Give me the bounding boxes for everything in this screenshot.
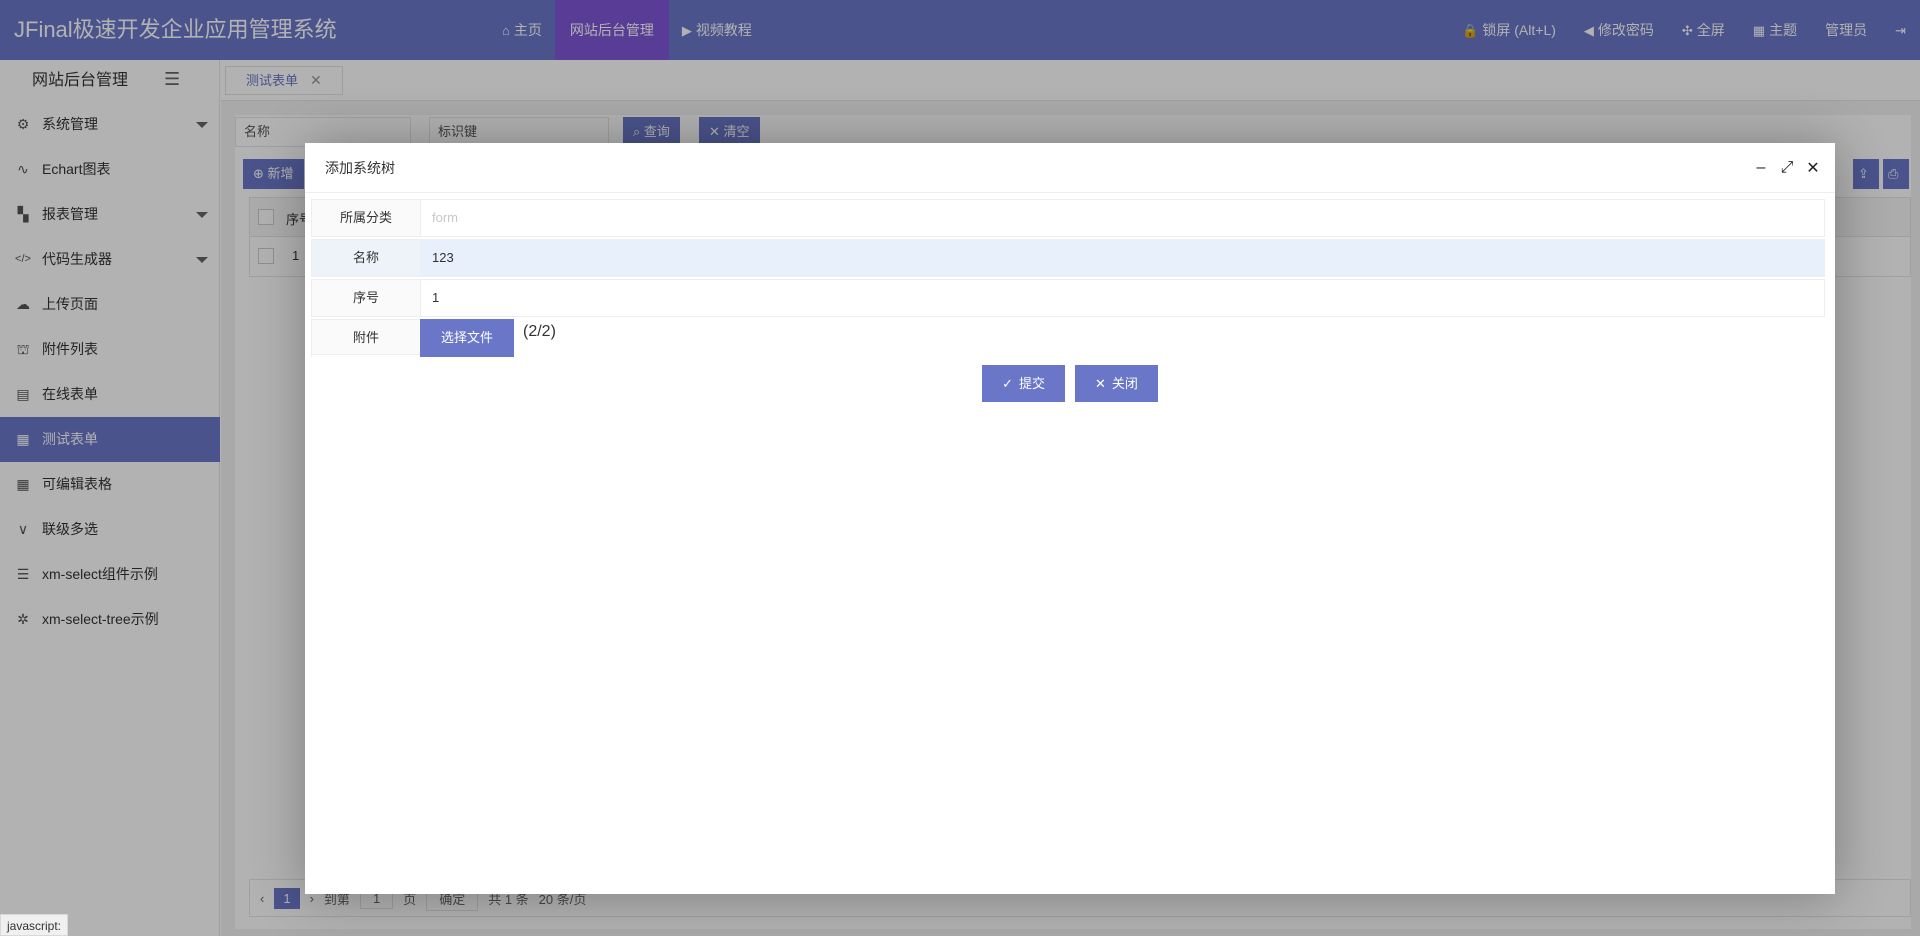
index-input[interactable] bbox=[422, 280, 1824, 316]
submit-label: 提交 bbox=[1018, 376, 1045, 391]
dialog-actions: ✓ 提交 ✕ 关闭 bbox=[305, 365, 1835, 402]
close-icon: ✕ bbox=[1095, 376, 1106, 391]
category-input[interactable] bbox=[422, 200, 1824, 236]
form-row-category: 所属分类 bbox=[311, 199, 1825, 237]
dialog-form: 所属分类 名称 序号 附件 选择文件 (2/2) bbox=[311, 199, 1825, 359]
minimize-icon[interactable]: – bbox=[1753, 159, 1769, 177]
file-count: (2/2) bbox=[523, 323, 556, 340]
close-label: 关闭 bbox=[1111, 376, 1138, 391]
check-icon: ✓ bbox=[1002, 376, 1013, 391]
dialog-title: 添加系统树 bbox=[325, 160, 395, 176]
form-row-index: 序号 bbox=[311, 279, 1825, 317]
add-system-tree-dialog: 添加系统树 – ⤢ ✕ 所属分类 名称 序号 附件 选择文件 (2/2) ✓ 提… bbox=[305, 143, 1835, 894]
choose-file-button[interactable]: 选择文件 bbox=[420, 319, 514, 357]
close-icon[interactable]: ✕ bbox=[1805, 158, 1821, 178]
status-bar-url: javascript: bbox=[0, 914, 69, 936]
dialog-controls: – ⤢ ✕ bbox=[1753, 143, 1821, 193]
dialog-header: 添加系统树 bbox=[305, 143, 1835, 193]
name-input[interactable] bbox=[422, 240, 1824, 276]
maximize-icon[interactable]: ⤢ bbox=[1779, 159, 1795, 177]
category-label: 所属分类 bbox=[312, 200, 421, 236]
close-button[interactable]: ✕ 关闭 bbox=[1075, 365, 1158, 402]
attachment-label: 附件 bbox=[312, 319, 421, 355]
submit-button[interactable]: ✓ 提交 bbox=[982, 365, 1065, 402]
name-label: 名称 bbox=[312, 240, 421, 276]
index-label: 序号 bbox=[312, 280, 421, 316]
form-row-name: 名称 bbox=[311, 239, 1825, 277]
form-row-attachment: 附件 选择文件 (2/2) bbox=[311, 319, 1825, 357]
